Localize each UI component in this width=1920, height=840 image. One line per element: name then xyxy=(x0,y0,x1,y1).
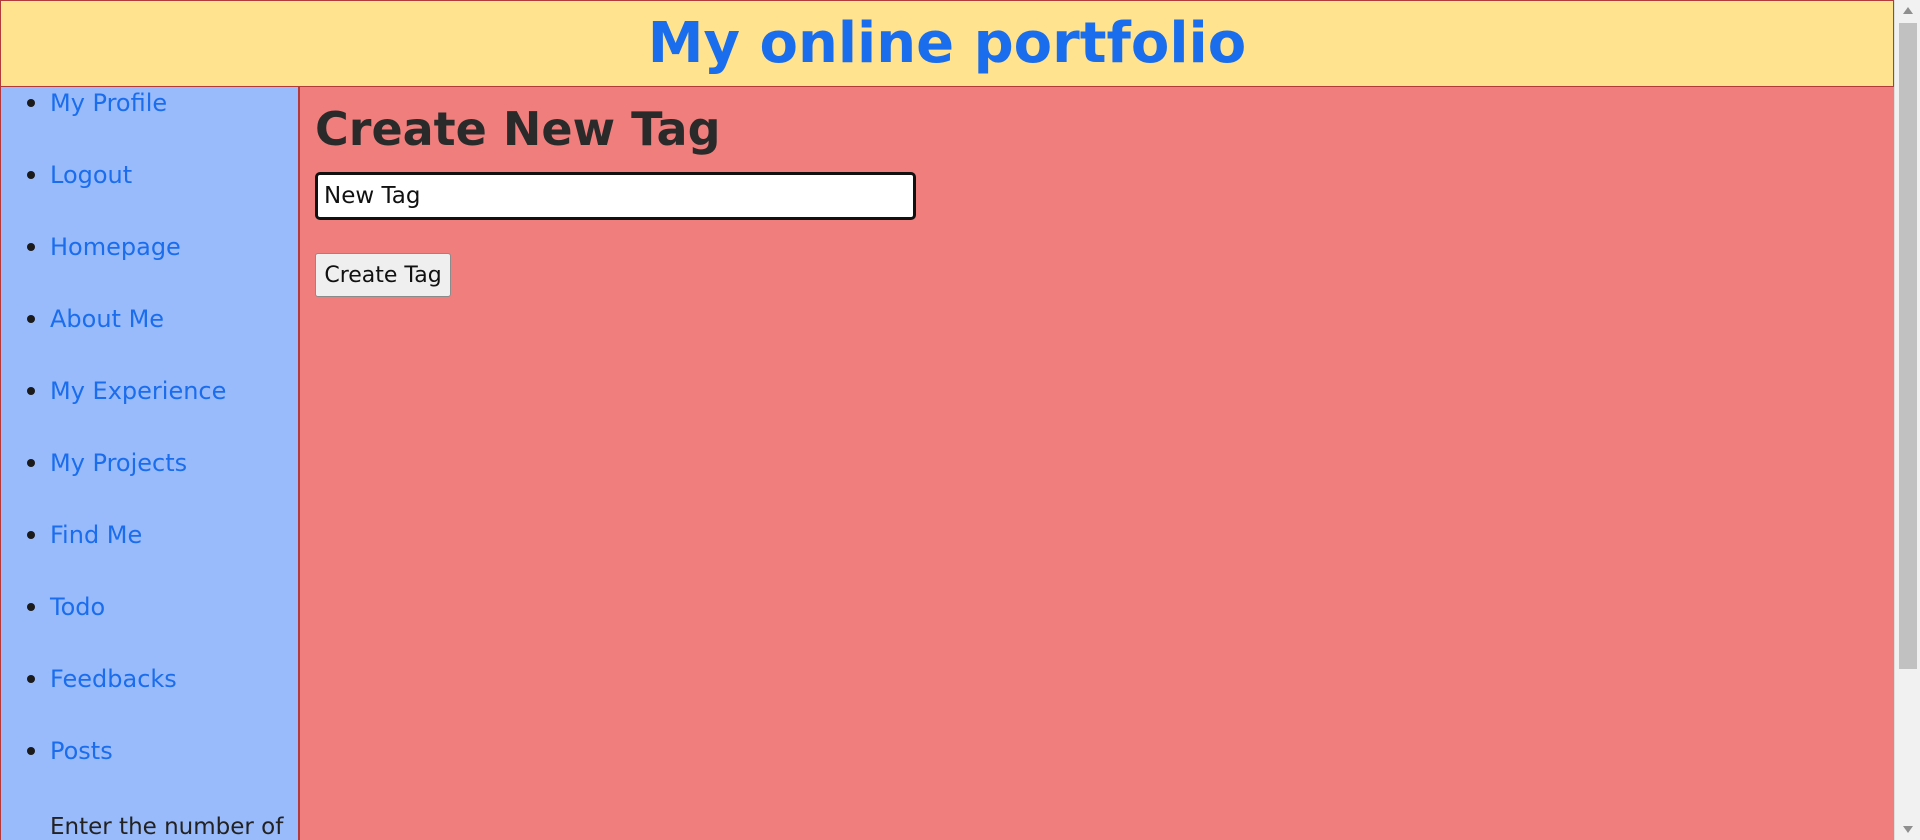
sidebar-item-find-me[interactable]: Find Me xyxy=(1,519,297,551)
page-title: Create New Tag xyxy=(315,102,721,156)
sidebar-link-todo[interactable]: Todo xyxy=(50,591,105,623)
sidebar-link-feedbacks[interactable]: Feedbacks xyxy=(50,663,177,695)
main-content: Create New Tag Create Tag xyxy=(300,87,1894,840)
sidebar-link-my-profile[interactable]: My Profile xyxy=(50,87,167,119)
tag-name-input[interactable] xyxy=(315,172,916,220)
sidebar-link-posts[interactable]: Posts xyxy=(50,735,113,767)
site-title: My online portfolio xyxy=(647,10,1247,76)
bullet-icon xyxy=(27,171,35,179)
bullet-icon xyxy=(27,459,35,467)
bullet-icon xyxy=(27,243,35,251)
sidebar-link-logout[interactable]: Logout xyxy=(50,159,132,191)
sidebar-navigation: My Profile Logout Homepage About Me My E… xyxy=(0,87,300,840)
sidebar-item-about-me[interactable]: About Me xyxy=(1,303,297,335)
scroll-up-icon[interactable] xyxy=(1903,7,1913,14)
sidebar-link-my-projects[interactable]: My Projects xyxy=(50,447,187,479)
bullet-icon xyxy=(27,747,35,755)
bullet-icon xyxy=(27,675,35,683)
sidebar-item-homepage[interactable]: Homepage xyxy=(1,231,297,263)
bullet-icon xyxy=(27,603,35,611)
sidebar-item-my-projects[interactable]: My Projects xyxy=(1,447,297,479)
sidebar-link-homepage[interactable]: Homepage xyxy=(50,231,181,263)
sidebar-item-logout[interactable]: Logout xyxy=(1,159,297,191)
bullet-icon xyxy=(27,387,35,395)
bullet-icon xyxy=(27,531,35,539)
sidebar-link-my-experience[interactable]: My Experience xyxy=(50,375,226,407)
sidebar-number-prompt: Enter the number of xyxy=(50,814,284,840)
portfolio-page: My online portfolio My Profile Logout Ho… xyxy=(0,0,1920,840)
sidebar-item-todo[interactable]: Todo xyxy=(1,591,297,623)
sidebar-link-find-me[interactable]: Find Me xyxy=(50,519,142,551)
bullet-icon xyxy=(27,99,35,107)
sidebar-item-my-profile[interactable]: My Profile xyxy=(1,87,297,119)
sidebar-item-feedbacks[interactable]: Feedbacks xyxy=(1,663,297,695)
site-header: My online portfolio xyxy=(0,0,1894,87)
sidebar-item-posts[interactable]: Posts xyxy=(1,735,297,767)
scroll-down-icon[interactable] xyxy=(1903,826,1913,833)
scrollbar-thumb[interactable] xyxy=(1899,23,1917,669)
bullet-icon xyxy=(27,315,35,323)
create-tag-button[interactable]: Create Tag xyxy=(315,253,451,297)
sidebar-link-about-me[interactable]: About Me xyxy=(50,303,164,335)
vertical-scrollbar[interactable] xyxy=(1894,0,1920,840)
sidebar-item-my-experience[interactable]: My Experience xyxy=(1,375,297,407)
